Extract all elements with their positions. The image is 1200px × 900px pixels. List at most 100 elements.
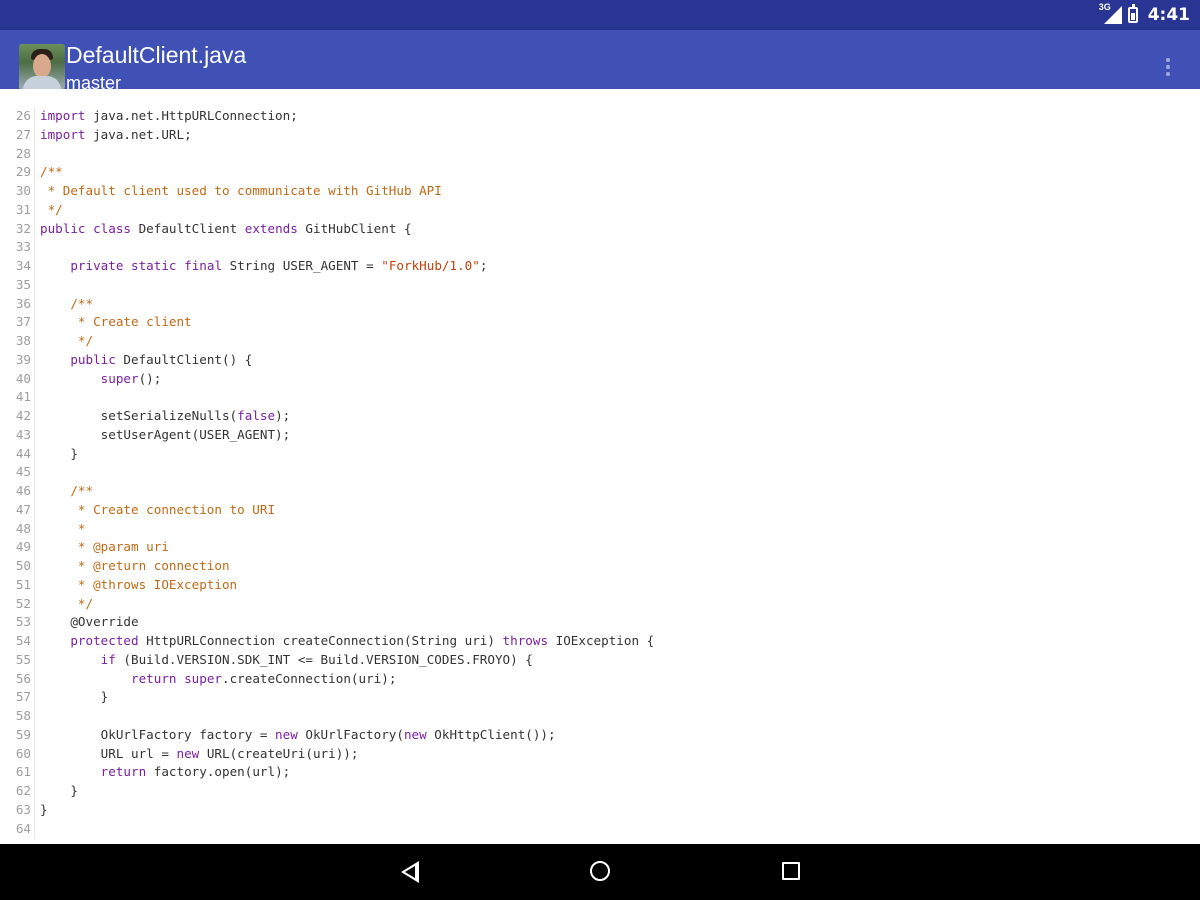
line-number: 35 xyxy=(0,275,35,295)
code-text: } xyxy=(40,782,78,801)
code-token: .createConnection(uri); xyxy=(222,670,397,686)
line-number: 29 xyxy=(0,163,35,182)
code-keyword: false xyxy=(237,408,276,423)
code-text: private static final String USER_AGENT =… xyxy=(40,257,487,276)
line-number: 26 xyxy=(0,107,35,126)
code-keyword: new xyxy=(176,745,200,761)
code-line: 33 xyxy=(0,238,1200,257)
code-text: return factory.open(url); xyxy=(40,763,291,782)
code-comment: /** xyxy=(40,483,94,498)
code-line: 55 if (Build.VERSION.SDK_INT <= Build.VE… xyxy=(0,650,1200,670)
code-token: DefaultClient() { xyxy=(115,351,253,367)
code-line: 37 * Create client xyxy=(0,313,1200,332)
code-line: 38 */ xyxy=(0,332,1200,351)
line-number: 48 xyxy=(0,519,35,539)
line-number: 37 xyxy=(0,313,35,332)
line-number: 58 xyxy=(0,707,35,726)
status-time: 4:41 xyxy=(1147,5,1190,25)
code-text: */ xyxy=(40,595,93,614)
line-number: 57 xyxy=(0,688,35,707)
code-text: * Create connection to URI xyxy=(40,501,275,520)
code-token: String USER_AGENT = xyxy=(222,258,382,273)
code-token: HttpURLConnection createConnection(Strin… xyxy=(138,633,503,648)
code-line: 32 public class DefaultClient extends Git… xyxy=(0,219,1200,239)
code-line: 40 super(); xyxy=(0,369,1200,389)
back-icon[interactable] xyxy=(397,858,427,886)
code-keyword: new xyxy=(275,726,298,742)
recents-icon[interactable] xyxy=(778,858,808,886)
code-token: OkUrlFactory( xyxy=(297,726,404,742)
avatar[interactable] xyxy=(19,44,65,90)
code-line: 28 xyxy=(0,144,1200,164)
code-keyword: extends xyxy=(244,220,298,236)
code-token: factory.open(url); xyxy=(146,764,291,780)
code-text: * @throws IOException xyxy=(40,576,237,595)
code-line: 39 public DefaultClient() { xyxy=(0,350,1200,370)
code-text: } xyxy=(40,445,78,464)
code-line: 54 protected HttpURLConnection createCon… xyxy=(0,632,1200,651)
code-comment: * xyxy=(40,520,86,536)
code-comment: * @return connection xyxy=(40,558,230,573)
line-number: 47 xyxy=(0,500,35,520)
line-number: 36 xyxy=(0,294,35,314)
line-number: 33 xyxy=(0,238,35,257)
code-keyword: final xyxy=(184,258,223,273)
code-line: 47 * Create connection to URI xyxy=(0,500,1200,520)
code-token: ; xyxy=(479,258,488,273)
code-text: } xyxy=(40,688,109,707)
status-bar: 3G 4:41 xyxy=(0,0,1200,30)
code-keyword: public xyxy=(70,351,116,367)
code-text: protected HttpURLConnection createConnec… xyxy=(40,632,654,651)
code-token: setSerializeNulls( xyxy=(40,408,238,423)
code-text: public DefaultClient() { xyxy=(40,351,252,370)
code-line: 43 setUserAgent(USER_AGENT); xyxy=(0,425,1200,445)
code-line: 44 } xyxy=(0,444,1200,464)
line-number: 41 xyxy=(0,388,35,407)
line-number: 62 xyxy=(0,782,35,801)
code-line: 60 URL url = new URL(createUri(uri)); xyxy=(0,744,1200,764)
code-keyword: throws xyxy=(502,633,549,648)
code-comment: /** xyxy=(40,295,94,311)
code-token: @Override xyxy=(40,614,139,630)
code-line: 64 xyxy=(0,819,1200,839)
code-text: * Default client used to communicate wit… xyxy=(40,182,442,201)
code-keyword: if xyxy=(100,651,116,667)
line-number: 63 xyxy=(0,800,35,820)
line-number: 40 xyxy=(0,369,35,389)
code-keyword: class xyxy=(93,220,132,236)
code-text: */ xyxy=(40,332,93,351)
code-token: } xyxy=(40,783,78,798)
line-number: 60 xyxy=(0,744,35,764)
code-text: */ xyxy=(40,201,63,220)
code-keyword: import xyxy=(40,108,86,123)
code-token: (Build.VERSION.SDK_INT <= Build.VERSION_… xyxy=(115,651,533,667)
navigation-bar xyxy=(0,844,1200,900)
code-line: 58 xyxy=(0,707,1200,726)
code-text: setSerializeNulls(false); xyxy=(40,407,291,426)
code-line: 27 import java.net.URL; xyxy=(0,125,1200,145)
code-line: 56 return super.createConnection(uri); xyxy=(0,669,1200,689)
code-token: java.net.URL; xyxy=(85,126,192,142)
code-token: } xyxy=(40,445,78,461)
line-number: 54 xyxy=(0,632,35,651)
code-keyword: new xyxy=(403,726,427,742)
line-number: 39 xyxy=(0,350,35,370)
code-view[interactable]: 26 import java.net.HttpURLConnection; 27 im… xyxy=(0,89,1200,844)
code-text: public class DefaultClient extends GitHu… xyxy=(40,220,412,239)
code-text: setUserAgent(USER_AGENT); xyxy=(40,426,291,445)
code-line: 35 xyxy=(0,275,1200,295)
code-text: /** xyxy=(40,295,93,314)
home-icon[interactable] xyxy=(586,858,616,886)
code-token: OkUrlFactory factory = xyxy=(40,726,276,742)
code-token: IOException { xyxy=(548,633,655,648)
more-vert-icon[interactable] xyxy=(1158,50,1178,84)
code-text: if (Build.VERSION.SDK_INT <= Build.VERSI… xyxy=(40,651,533,670)
code-text: import java.net.URL; xyxy=(40,126,192,145)
